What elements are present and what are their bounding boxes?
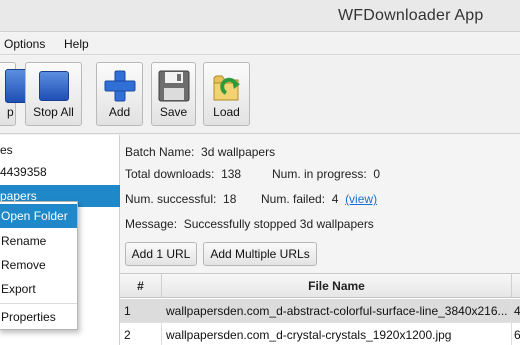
- menu-item-properties[interactable]: Properties: [0, 305, 77, 329]
- successful-row: Num. successful: 18: [125, 192, 236, 206]
- column-header-file-name[interactable]: File Name: [162, 274, 512, 298]
- floppy-disk-icon: [158, 70, 189, 102]
- menu-options[interactable]: Options: [4, 37, 45, 51]
- batch-name-value: 3d wallpapers: [201, 145, 276, 159]
- add-one-url-button[interactable]: Add 1 URL: [125, 242, 197, 266]
- in-progress-row: Num. in progress: 0: [272, 167, 380, 181]
- menu-item-rename[interactable]: Rename: [0, 229, 77, 253]
- in-progress-label: Num. in progress:: [272, 167, 367, 181]
- successful-value: 18: [223, 192, 237, 206]
- cell-extra: 6: [514, 328, 520, 342]
- add-multiple-urls-button[interactable]: Add Multiple URLs: [203, 242, 317, 266]
- tree-item-label: es: [0, 143, 13, 157]
- failed-row: Num. failed: 4 (view): [261, 192, 377, 206]
- context-menu: Open Folder Rename Remove Export Propert…: [0, 201, 78, 330]
- downloads-table: # File Name 1 wallpapersden.com_d-abstra…: [120, 273, 520, 345]
- successful-label: Num. successful:: [125, 192, 217, 206]
- plus-icon: [104, 70, 135, 102]
- message-row: Message: Successfully stopped 3d wallpap…: [125, 217, 374, 231]
- table-header: # File Name: [120, 274, 520, 298]
- menu-bar: Options Help: [0, 33, 520, 55]
- table-row[interactable]: 1 wallpapersden.com_d-abstract-colorful-…: [120, 299, 520, 323]
- toolbar: p Stop All Add Save Load: [0, 56, 520, 134]
- total-downloads-label: Total downloads:: [125, 167, 215, 181]
- message-value: Successfully stopped 3d wallpapers: [183, 217, 374, 231]
- message-label: Message:: [125, 217, 178, 231]
- view-failed-link[interactable]: (view): [345, 192, 377, 206]
- menu-help[interactable]: Help: [64, 37, 89, 51]
- partial-button-label: p: [7, 105, 14, 119]
- stop-all-button[interactable]: Stop All: [25, 62, 82, 126]
- menu-item-remove[interactable]: Remove: [0, 253, 77, 277]
- total-downloads-value: 138: [221, 167, 242, 181]
- menu-item-export[interactable]: Export: [0, 277, 77, 301]
- cell-file-name: wallpapersden.com_d-crystal-crystals_192…: [162, 323, 512, 345]
- tree-item[interactable]: es: [0, 139, 120, 161]
- menu-item-open-folder[interactable]: Open Folder: [0, 204, 77, 228]
- partial-toolbar-button[interactable]: p: [0, 62, 29, 126]
- batch-name-row: Batch Name: 3d wallpapers: [125, 145, 275, 159]
- app-title: WFDownloader App: [338, 7, 484, 24]
- title-bar: WFDownloader App: [0, 0, 520, 32]
- failed-value: 4: [331, 192, 339, 206]
- add-button[interactable]: Add: [96, 62, 143, 126]
- folder-load-icon: [213, 75, 240, 101]
- tree-item[interactable]: 4439358: [0, 161, 120, 183]
- table-row[interactable]: 2 wallpapersden.com_d-crystal-crystals_1…: [120, 323, 520, 345]
- load-button[interactable]: Load: [203, 62, 250, 126]
- batch-name-label: Batch Name:: [125, 145, 195, 159]
- column-header-number[interactable]: #: [120, 274, 162, 298]
- save-label: Save: [159, 105, 188, 119]
- tree-item-label: 4439358: [0, 165, 47, 179]
- failed-label: Num. failed:: [261, 192, 326, 206]
- stop-icon: [38, 71, 69, 101]
- cell-extra: 4: [514, 304, 520, 318]
- add-label: Add: [108, 105, 131, 119]
- cell-number: 1: [120, 299, 162, 323]
- total-downloads-row: Total downloads: 138: [125, 167, 241, 181]
- menu-separator: [0, 303, 77, 304]
- cell-number: 2: [120, 323, 162, 345]
- cell-file-name: wallpapersden.com_d-abstract-colorful-su…: [162, 299, 512, 323]
- save-button[interactable]: Save: [151, 62, 196, 126]
- in-progress-value: 0: [373, 167, 381, 181]
- load-label: Load: [213, 105, 240, 119]
- stop-all-label: Stop All: [33, 105, 74, 119]
